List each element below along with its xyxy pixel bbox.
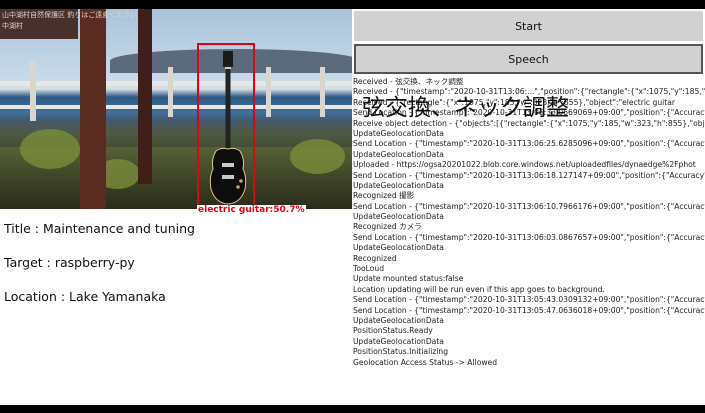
wooden-pillar <box>138 9 152 184</box>
detection-label: electric guitar:50.7% <box>197 205 306 215</box>
location-label: Location : Lake Yamanaka <box>4 289 166 304</box>
camera-preview: 山中湖村自然保護区 釣りはご遠慮ください 中湖村 <box>0 9 352 209</box>
log-entry: Uploaded - https://ogsa20201022.blob.cor… <box>353 160 696 170</box>
log-entry: Send Location - {"timestamp":"2020-10-31… <box>353 139 705 149</box>
fence-post <box>266 67 271 117</box>
log-entry: UpdateGeolocationData <box>353 315 444 325</box>
foliage <box>290 139 345 174</box>
speech-button[interactable]: Speech <box>354 44 703 74</box>
log-entry: Send Location - {"timestamp":"2020-10-31… <box>353 295 705 305</box>
log-entry: UpdateGeolocationData <box>353 149 444 159</box>
log-entry: Update mounted status:false <box>353 274 464 284</box>
fence-post <box>320 67 325 117</box>
start-button[interactable]: Start <box>354 11 703 41</box>
recognized-speech-overlay: 弦交換、ネック調整 <box>362 95 569 121</box>
log-entry: Send Location - {"timestamp":"2020-10-31… <box>353 305 705 315</box>
log-list[interactable]: Received - 弦交換、ネック調整 Received - {"timesta… <box>353 77 705 405</box>
log-entry: Recognized カメラ <box>353 222 422 232</box>
signboard: 山中湖村自然保護区 釣りはご遠慮ください 中湖村 <box>0 9 137 39</box>
detection-box <box>197 43 255 207</box>
fence-post <box>30 61 36 121</box>
sign-text-2: 中湖村 <box>2 22 23 30</box>
log-entry: Send Location - {"timestamp":"2020-10-31… <box>353 170 705 180</box>
foliage <box>20 129 80 169</box>
log-entry: Geolocation Access Status -> Allowed <box>353 357 498 367</box>
log-entry: Recognized <box>353 253 397 263</box>
log-entry: UpdateGeolocationData <box>353 128 444 138</box>
log-entry: PositionStatus.Initializing <box>353 347 449 357</box>
title-label: Title : Maintenance and tuning <box>4 221 195 236</box>
log-entry: PositionStatus.Ready <box>353 326 433 336</box>
log-entry: TooLoud <box>353 264 385 274</box>
fence-rail <box>0 105 352 109</box>
app-window: 山中湖村自然保護区 釣りはご遠慮ください 中湖村 electric guitar… <box>0 9 705 405</box>
log-entry: Send Location - {"timestamp":"2020-10-31… <box>353 201 705 211</box>
log-entry: UpdateGeolocationData <box>353 336 444 346</box>
fence-post <box>168 67 173 117</box>
wooden-pillar <box>80 9 106 209</box>
log-entry: Recognized 撮影 <box>353 191 415 201</box>
sign-text-1: 山中湖村自然保護区 釣りはご遠慮ください <box>2 11 138 19</box>
log-entry: UpdateGeolocationData <box>353 212 444 222</box>
log-entry: Received - 弦交換、ネック調整 <box>353 77 464 86</box>
log-entry: UpdateGeolocationData <box>353 243 444 253</box>
log-entry: Location updating will be run even if th… <box>353 284 605 294</box>
log-entry: Send Location - {"timestamp":"2020-10-31… <box>353 232 705 242</box>
log-entry: UpdateGeolocationData <box>353 180 444 190</box>
fence-rail <box>0 81 352 86</box>
target-label: Target : raspberry-py <box>4 255 135 270</box>
